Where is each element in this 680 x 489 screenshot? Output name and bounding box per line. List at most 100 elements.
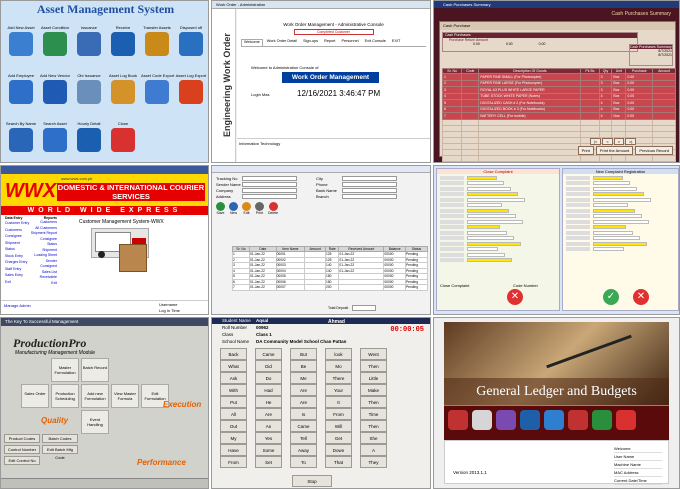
cash-nav-button[interactable]: > [613, 138, 625, 145]
ledger-module-icon[interactable] [568, 410, 588, 430]
key-button[interactable]: There [325, 372, 352, 384]
key-button[interactable]: What [220, 360, 247, 372]
cash-nav-button[interactable]: >| [625, 138, 637, 145]
key-button[interactable]: Will [325, 420, 352, 432]
key-button[interactable]: Have [220, 444, 247, 456]
menu-item[interactable]: Shipment Report [31, 231, 57, 237]
menu-item[interactable]: Charges Entry [5, 259, 29, 266]
key-button[interactable]: Then [360, 396, 387, 408]
row-input[interactable] [467, 241, 521, 246]
cash-button-0[interactable]: Print [577, 146, 594, 155]
wo-tab-4[interactable]: Personnel [339, 39, 360, 46]
row-input[interactable] [593, 214, 642, 218]
row-input[interactable] [467, 175, 497, 180]
key-button[interactable]: look [325, 348, 352, 360]
key-button[interactable]: Had [255, 384, 282, 396]
wo-tab-2[interactable]: Sign-ups [301, 39, 320, 46]
ledger-module-icon[interactable] [520, 410, 540, 430]
key-button[interactable]: Are [290, 396, 317, 408]
row-input[interactable] [467, 236, 514, 240]
row-input[interactable] [593, 175, 623, 180]
key-button[interactable]: Do [255, 372, 282, 384]
asset-button-1[interactable]: Asset Condition [39, 25, 71, 65]
key-button[interactable]: Then [360, 420, 387, 432]
key-button[interactable]: Did [255, 360, 282, 372]
field-input[interactable] [242, 182, 297, 187]
key-button[interactable]: Make [360, 384, 387, 396]
prod-node-7[interactable]: Event Handling [81, 410, 109, 434]
field-input[interactable] [242, 194, 297, 199]
key-button[interactable]: Came [290, 420, 317, 432]
key-button[interactable]: Get [325, 432, 352, 444]
asset-button-11[interactable]: Asset Log Export [175, 73, 207, 113]
asset-button-2[interactable]: Issuance [73, 25, 105, 65]
prod-side-button-4[interactable]: Edit Batch Mfg Code [42, 445, 78, 460]
key-button[interactable]: They [360, 456, 387, 468]
asset-button-9[interactable]: Asset Log Book [107, 73, 139, 113]
key-button[interactable]: A [360, 444, 387, 456]
key-button[interactable]: That [325, 456, 352, 468]
key-button[interactable]: Be [290, 360, 317, 372]
wo-tab-5[interactable]: Exit Console [363, 39, 388, 46]
cancel-x-icon[interactable]: ✕ [633, 289, 649, 305]
asset-button-6[interactable]: Add Employee [5, 73, 37, 113]
prod-node-3[interactable]: Production Scheduling [51, 384, 79, 408]
asset-button-7[interactable]: Add New Vendor [39, 73, 71, 113]
stop-button[interactable]: Stop [292, 475, 332, 487]
key-button[interactable]: An [255, 420, 282, 432]
key-button[interactable]: From [325, 408, 352, 420]
cust-action-1[interactable]: New [229, 202, 238, 215]
asset-button-0[interactable]: Add New Asset [5, 25, 37, 65]
key-button[interactable]: Away [290, 444, 317, 456]
row-input[interactable] [593, 247, 624, 251]
key-button[interactable]: Went [360, 348, 387, 360]
key-button[interactable]: Me [290, 372, 317, 384]
row-input[interactable] [593, 230, 633, 235]
courier-footer-left[interactable]: Manage Admin [4, 303, 31, 308]
key-button[interactable]: Yes [255, 432, 282, 444]
prod-side-button-0[interactable]: Product Codes [4, 434, 40, 443]
field-input[interactable] [242, 176, 297, 181]
menu-item[interactable]: Loading Sheet [31, 253, 57, 259]
row-input[interactable] [593, 197, 651, 202]
prod-side-button-2[interactable]: Edit Control No [4, 456, 40, 465]
cash-tab[interactable]: Cash Purchase [440, 22, 675, 30]
key-button[interactable]: Are [290, 384, 317, 396]
key-button[interactable]: Mo [325, 360, 352, 372]
key-button[interactable]: Set [255, 456, 282, 468]
menu-item[interactable]: Exit [31, 281, 57, 287]
asset-button-15[interactable]: Close [107, 121, 139, 161]
key-button[interactable]: Is [290, 408, 317, 420]
key-button[interactable]: My [220, 432, 247, 444]
asset-button-12[interactable]: Search By Name [5, 121, 37, 161]
cust-action-3[interactable]: Print [255, 202, 264, 215]
menu-item[interactable]: Exit [5, 279, 29, 286]
prod-node-5[interactable]: View Master Formula [111, 384, 139, 408]
row-input[interactable] [593, 192, 644, 196]
row-input[interactable] [467, 258, 512, 262]
key-button[interactable]: She [360, 432, 387, 444]
key-button[interactable]: Tell [290, 432, 317, 444]
row-input[interactable] [593, 186, 637, 191]
key-button[interactable]: Back [220, 348, 247, 360]
key-button[interactable]: Ask [220, 372, 247, 384]
cust-action-4[interactable]: Delete [268, 202, 278, 215]
asset-button-10[interactable]: Asset Code Export [141, 73, 174, 113]
ledger-module-icon[interactable] [448, 410, 468, 430]
key-button[interactable]: Some [255, 444, 282, 456]
asset-button-3[interactable]: Receive [107, 25, 139, 65]
cash-button-1[interactable]: Print the Amount [595, 146, 634, 155]
key-button[interactable]: Are [255, 408, 282, 420]
row-input[interactable] [593, 236, 640, 240]
save-check-icon[interactable]: ✓ [603, 289, 619, 305]
prod-node-0[interactable]: Master Formulation [51, 358, 79, 382]
key-button[interactable]: Out [220, 420, 247, 432]
key-button[interactable]: It [325, 396, 352, 408]
prod-side-button-3[interactable]: Batch Codes [42, 434, 78, 443]
key-button[interactable]: To [290, 456, 317, 468]
ledger-module-icon[interactable] [592, 410, 612, 430]
asset-button-14[interactable]: Hourly Detail [73, 121, 105, 161]
key-button[interactable]: Little [360, 372, 387, 384]
row-input[interactable] [593, 219, 649, 224]
row-input[interactable] [467, 219, 523, 224]
